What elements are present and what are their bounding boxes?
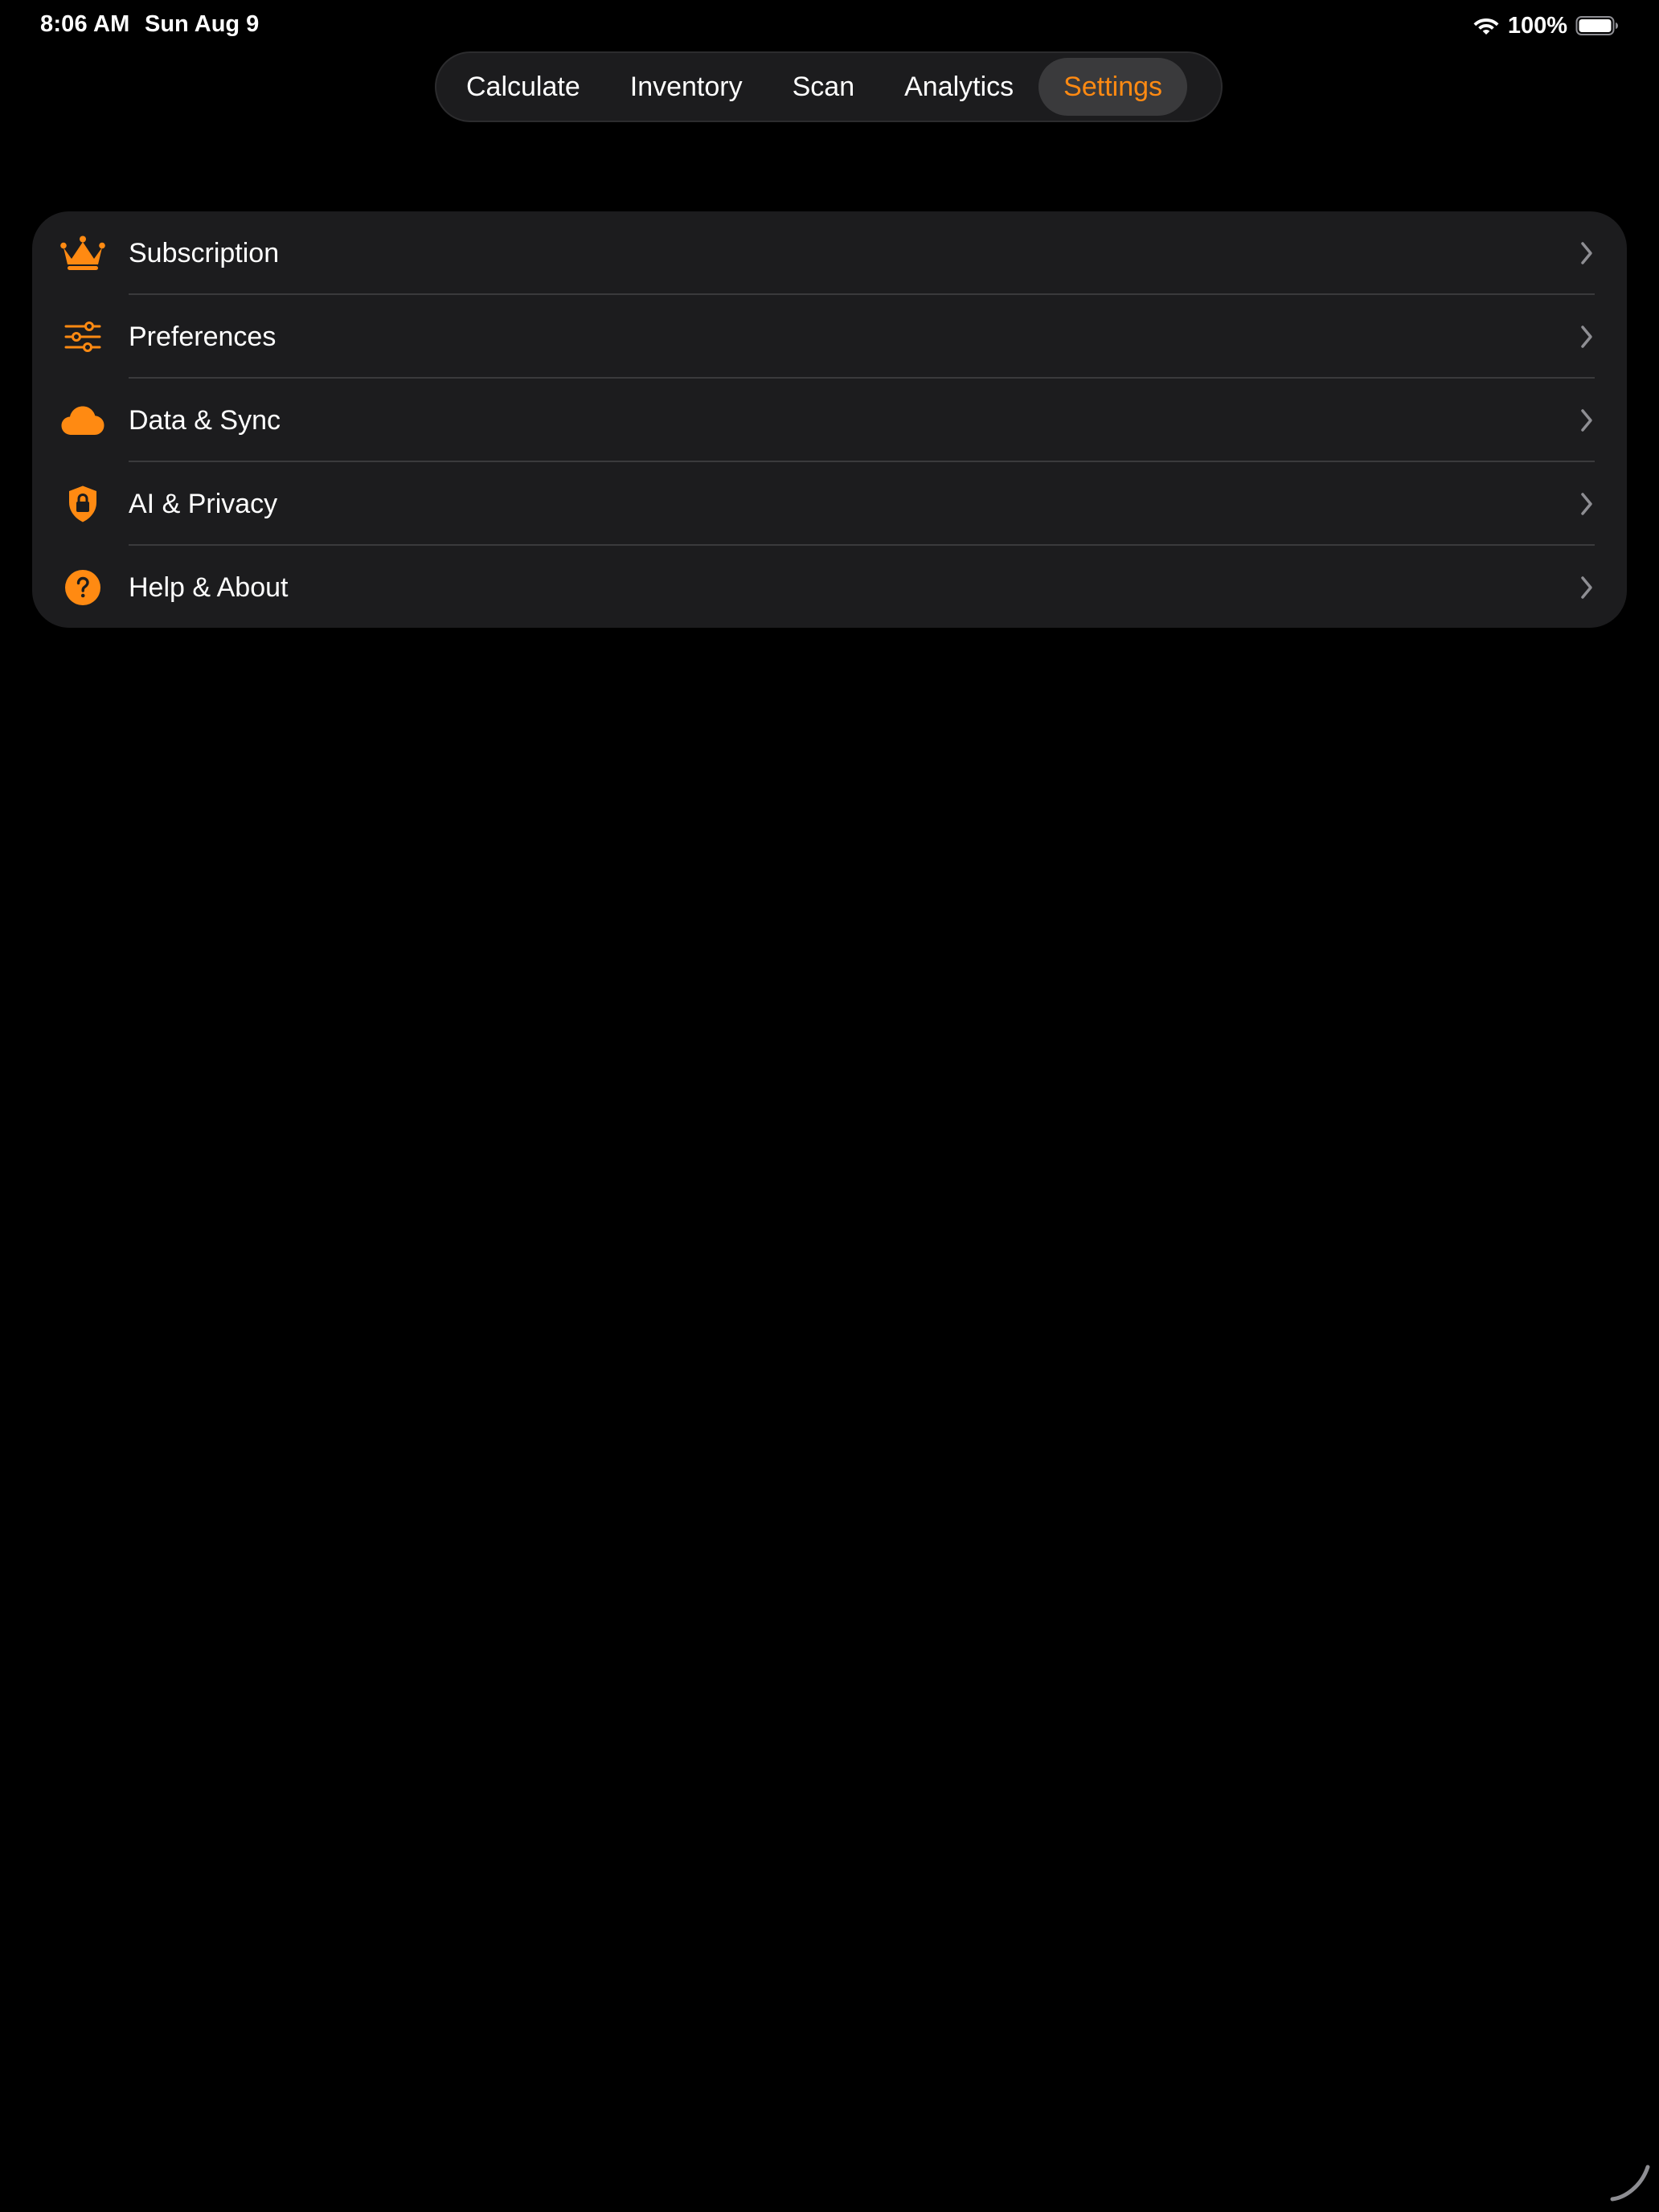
chevron-right-icon [1581, 326, 1592, 348]
settings-item-preferences[interactable]: Preferences [32, 295, 1627, 379]
wifi-icon [1473, 15, 1500, 36]
settings-item-label: Subscription [129, 237, 280, 268]
status-indicators: 100% [1473, 10, 1619, 42]
settings-item-ai-privacy[interactable]: AI & Privacy [32, 462, 1627, 546]
resize-corner-icon[interactable] [1609, 2164, 1651, 2202]
tab-inventory[interactable]: Inventory [605, 58, 768, 116]
settings-item-subscription[interactable]: Subscription [32, 211, 1627, 295]
sliders-icon [59, 313, 106, 360]
crown-icon [59, 230, 106, 276]
lock-shield-icon [59, 481, 106, 527]
tab-analytics[interactable]: Analytics [879, 58, 1038, 116]
chevron-right-icon [1581, 576, 1592, 599]
chevron-right-icon [1581, 409, 1592, 432]
top-tab-bar: Calculate Inventory Scan Analytics Setti… [435, 51, 1223, 122]
battery-icon [1575, 15, 1619, 36]
settings-item-label: Help & About [129, 571, 289, 603]
settings-item-label: AI & Privacy [129, 488, 278, 519]
settings-item-label: Preferences [129, 321, 276, 352]
chevron-right-icon [1581, 493, 1592, 515]
status-bar: 8:06 AM Sun Aug 9 100% [0, 0, 1659, 51]
battery-percent: 100% [1507, 12, 1567, 39]
settings-item-data-sync[interactable]: Data & Sync [32, 379, 1627, 462]
tab-calculate[interactable]: Calculate [441, 58, 605, 116]
chevron-right-icon [1581, 242, 1592, 264]
question-circle-icon [59, 564, 106, 611]
settings-item-label: Data & Sync [129, 404, 281, 436]
status-time: 8:06 AM [40, 11, 130, 37]
cloud-icon [59, 397, 106, 444]
status-date: Sun Aug 9 [145, 11, 260, 37]
settings-list: Subscription Preferences Data & Sync AI … [32, 211, 1627, 628]
tab-scan[interactable]: Scan [768, 58, 880, 116]
settings-item-help-about[interactable]: Help & About [32, 546, 1627, 628]
tab-settings[interactable]: Settings [1038, 58, 1188, 116]
